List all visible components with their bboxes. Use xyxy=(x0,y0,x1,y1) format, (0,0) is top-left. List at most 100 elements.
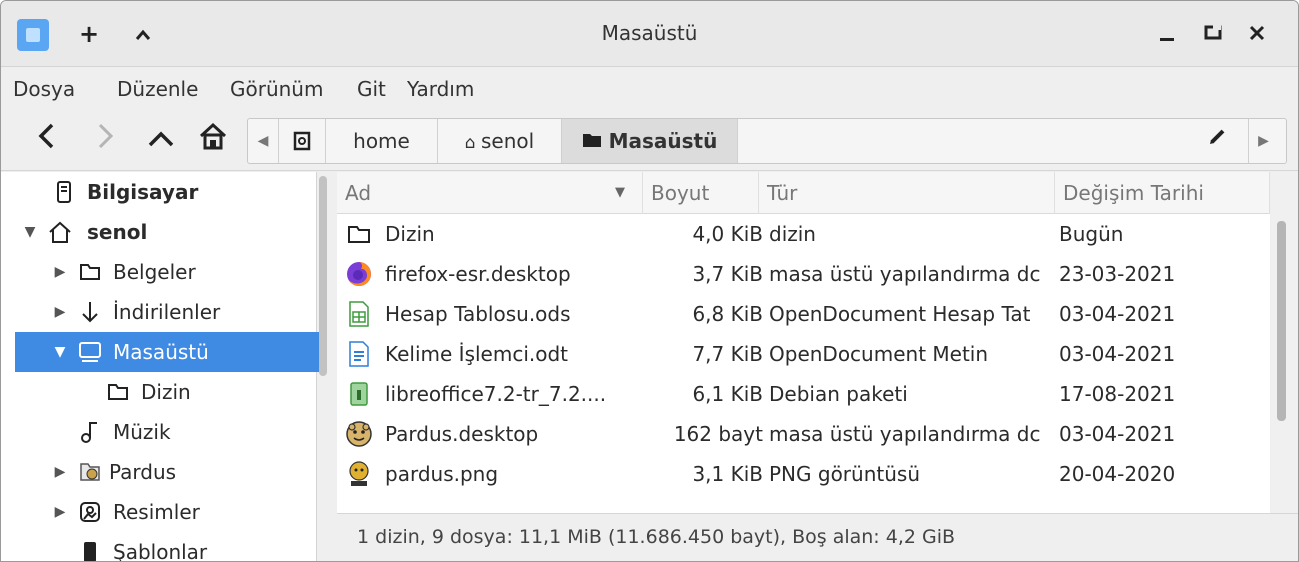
home-icon xyxy=(199,122,227,150)
file-type: masa üstü yapılandırma dc xyxy=(769,422,1041,446)
menu-bar: Dosya Düzenle Görünüm Git Yardım xyxy=(1,67,1298,111)
sidebar-item-senol[interactable]: ▼ senol xyxy=(1,212,317,252)
folder-icon xyxy=(77,252,103,294)
path-bar: ◀ home ⌂ senol Masaüstü ▶ xyxy=(247,118,1287,164)
close-icon xyxy=(1249,25,1265,41)
column-header-type[interactable]: Tür xyxy=(759,172,1055,214)
sidebar-item-belgeler[interactable]: ▶ Belgeler xyxy=(1,252,317,292)
file-type: masa üstü yapılandırma dc xyxy=(769,262,1041,286)
path-segment-senol[interactable]: ⌂ senol xyxy=(438,119,562,163)
path-scroll-left[interactable]: ◀ xyxy=(248,119,278,163)
title-bar: + Masaüstü xyxy=(1,1,1298,67)
home-button[interactable] xyxy=(193,121,233,161)
file-modified: 03-04-2021 xyxy=(1059,422,1176,446)
computer-icon xyxy=(51,172,77,217)
pardus-icon xyxy=(345,420,373,448)
menu-gorunum[interactable]: Görünüm xyxy=(230,77,323,101)
menu-duzenle[interactable]: Düzenle xyxy=(117,77,198,101)
file-row[interactable]: Hesap Tablosu.ods 6,8 KiB OpenDocument H… xyxy=(337,294,1270,334)
file-size: 3,1 KiB xyxy=(692,462,763,486)
file-modified: 23-03-2021 xyxy=(1059,262,1176,286)
file-row[interactable]: Pardus.desktop 162 bayt masa üstü yapıla… xyxy=(337,414,1270,454)
forward-icon xyxy=(98,123,114,149)
column-header-size[interactable]: Boyut xyxy=(643,172,759,214)
menu-yardim[interactable]: Yardım xyxy=(407,77,474,101)
file-row[interactable]: libreoffice7.2-tr_7.2.... 6,1 KiB Debian… xyxy=(337,374,1270,414)
sidebar-item-pardus[interactable]: ▶ Pardus xyxy=(1,452,317,492)
music-icon xyxy=(77,412,103,457)
file-type: OpenDocument Hesap Tat xyxy=(769,302,1031,326)
sidebar-scrollbar[interactable] xyxy=(319,176,327,376)
file-size: 7,7 KiB xyxy=(692,342,763,366)
column-header-modified[interactable]: Değişim Tarihi xyxy=(1055,172,1270,214)
file-size: 6,1 KiB xyxy=(692,382,763,406)
home-icon xyxy=(47,212,73,257)
file-size: 3,7 KiB xyxy=(692,262,763,286)
menu-dosya[interactable]: Dosya xyxy=(13,77,75,101)
file-name: pardus.png xyxy=(385,462,499,486)
sidebar-item-label: Resimler xyxy=(113,500,200,524)
sidebar-item-muzik[interactable]: Müzik xyxy=(1,412,317,452)
maximize-button[interactable] xyxy=(1197,17,1229,51)
file-modified: 17-08-2021 xyxy=(1059,382,1176,406)
forward-button[interactable] xyxy=(85,121,125,161)
path-segment-home[interactable]: home xyxy=(326,119,438,163)
file-modified: 03-04-2021 xyxy=(1059,342,1176,366)
file-row[interactable]: pardus.png 3,1 KiB PNG görüntüsü 20-04-2… xyxy=(337,454,1270,494)
sidebar-item-label: Bilgisayar xyxy=(87,180,199,204)
collapsed-arrow-icon[interactable]: ▶ xyxy=(51,252,69,292)
file-name: Kelime İşlemci.odt xyxy=(385,342,569,366)
sidebar-item-label: Dizin xyxy=(141,380,191,404)
toolbar: ◀ home ⌂ senol Masaüstü ▶ xyxy=(1,111,1298,171)
file-row[interactable]: firefox-esr.desktop 3,7 KiB masa üstü ya… xyxy=(337,254,1270,294)
status-text: 1 dizin, 9 dosya: 11,1 MiB (11.686.450 b… xyxy=(357,526,956,548)
path-segment-senol-label: senol xyxy=(481,129,535,153)
templates-icon xyxy=(77,532,103,561)
sidebar-item-label: Belgeler xyxy=(113,260,196,284)
sidebar-item-indirilenler[interactable]: ▶ İndirilenler xyxy=(1,292,317,332)
collapsed-arrow-icon[interactable]: ▶ xyxy=(51,452,69,492)
sidebar-item-masaustu[interactable]: ▼ Masaüstü xyxy=(15,332,327,372)
file-type: OpenDocument Metin xyxy=(769,342,989,366)
sidebar-item-dizin[interactable]: Dizin xyxy=(1,372,317,412)
sidebar-item-resimler[interactable]: ▶ Resimler xyxy=(1,492,317,532)
sidebar-item-label: İndirilenler xyxy=(113,300,221,324)
sidebar-item-sablonlar[interactable]: Şablonlar xyxy=(1,532,317,562)
back-button[interactable] xyxy=(27,121,67,161)
edit-path-button[interactable] xyxy=(1198,119,1238,163)
column-header-name[interactable]: Ad ▼ xyxy=(337,172,643,214)
file-size: 162 bayt xyxy=(673,422,763,446)
file-list: Ad ▼ Boyut Tür Değişim Tarihi Dizin 4,0 … xyxy=(337,172,1270,513)
document-icon xyxy=(345,340,373,368)
file-list-scrollbar[interactable] xyxy=(1277,221,1286,421)
desktop-icon xyxy=(77,332,103,376)
collapsed-arrow-icon[interactable]: ▶ xyxy=(51,292,69,332)
file-name: Dizin xyxy=(385,222,435,246)
download-icon xyxy=(77,292,103,337)
expanded-arrow-icon[interactable]: ▼ xyxy=(21,212,39,252)
window-title: Masaüstü xyxy=(601,21,698,45)
restore-icon xyxy=(1204,24,1222,40)
file-name: firefox-esr.desktop xyxy=(385,262,571,286)
sidebar-item-bilgisayar[interactable]: Bilgisayar xyxy=(1,172,317,212)
sidebar-item-label: Müzik xyxy=(113,420,171,444)
expanded-arrow-icon[interactable]: ▼ xyxy=(51,332,69,372)
path-segment-masaustu[interactable]: Masaüstü xyxy=(562,119,738,163)
file-name: Hesap Tablosu.ods xyxy=(385,302,571,326)
pardus-folder-icon xyxy=(77,452,103,495)
menu-git[interactable]: Git xyxy=(357,77,386,101)
sidebar-item-label: Şablonlar xyxy=(113,540,208,562)
path-scroll-right[interactable]: ▶ xyxy=(1248,119,1278,163)
minimize-button[interactable] xyxy=(1151,17,1183,51)
file-row[interactable]: Kelime İşlemci.odt 7,7 KiB OpenDocument … xyxy=(337,334,1270,374)
column-headers: Ad ▼ Boyut Tür Değişim Tarihi xyxy=(337,172,1270,214)
close-button[interactable] xyxy=(1241,17,1273,51)
collapsed-arrow-icon[interactable]: ▶ xyxy=(51,492,69,532)
file-modified: 03-04-2021 xyxy=(1059,302,1176,326)
up-button[interactable] xyxy=(141,121,181,161)
pictures-icon xyxy=(77,492,103,536)
sidebar: Bilgisayar ▼ senol ▶ Belgeler ▶ İndirile… xyxy=(1,172,327,562)
sidebar-item-label: Masaüstü xyxy=(113,340,209,364)
file-row[interactable]: Dizin 4,0 KiB dizin Bugün xyxy=(337,214,1270,254)
path-root-button[interactable] xyxy=(278,119,326,163)
